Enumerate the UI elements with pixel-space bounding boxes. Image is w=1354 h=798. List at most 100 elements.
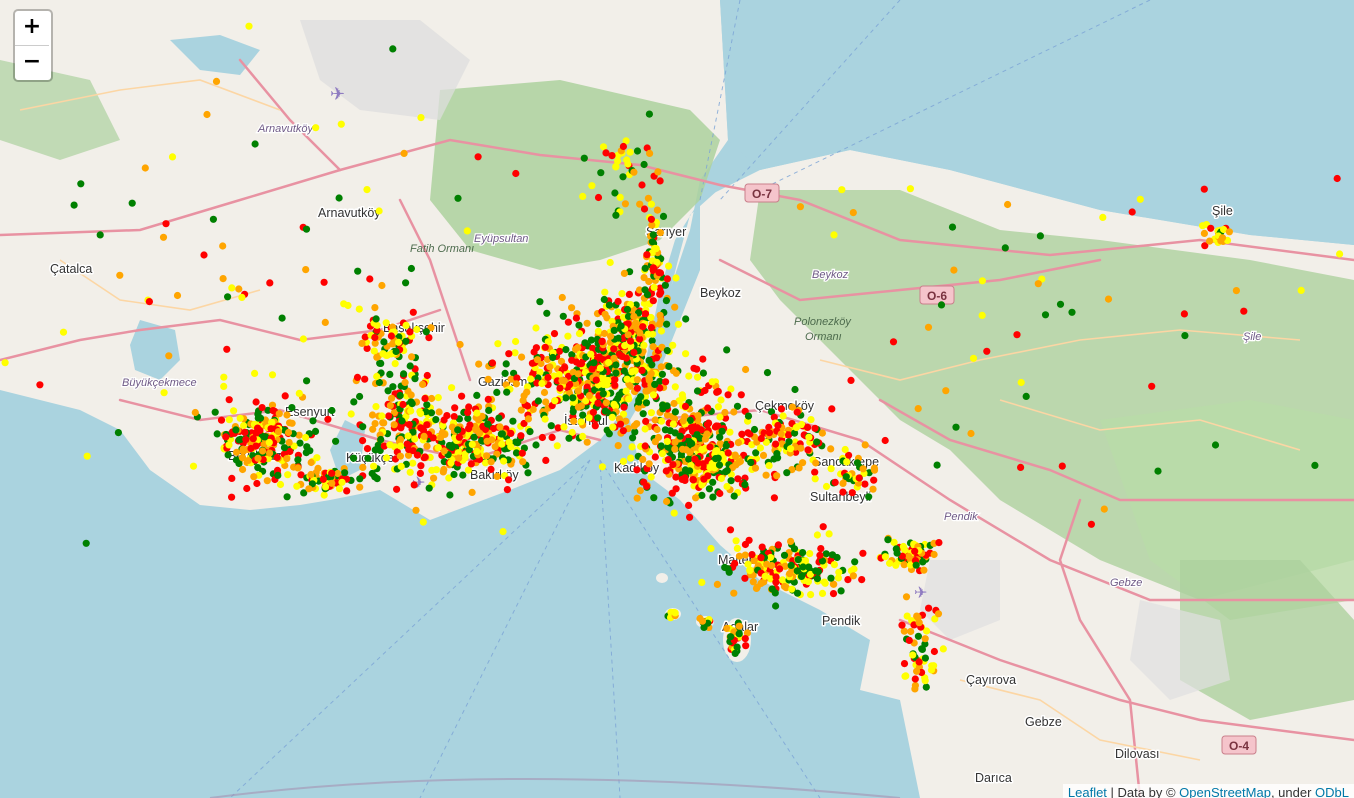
data-marker[interactable] (400, 370, 408, 378)
data-marker[interactable] (448, 384, 456, 392)
data-marker[interactable] (223, 345, 231, 353)
data-marker[interactable] (495, 414, 503, 422)
data-marker[interactable] (787, 537, 795, 546)
data-marker[interactable] (359, 423, 367, 431)
data-marker[interactable] (503, 486, 511, 494)
data-marker[interactable] (597, 169, 605, 177)
data-marker[interactable] (758, 543, 766, 551)
data-marker[interactable] (1100, 505, 1108, 513)
data-marker[interactable] (377, 359, 385, 367)
data-marker[interactable] (268, 418, 276, 426)
data-marker[interactable] (742, 365, 750, 374)
data-marker[interactable] (920, 566, 928, 574)
data-marker[interactable] (577, 418, 585, 426)
data-marker[interactable] (620, 367, 629, 375)
data-marker[interactable] (307, 470, 315, 479)
data-marker[interactable] (858, 576, 866, 584)
data-marker[interactable] (283, 493, 291, 501)
data-marker[interactable] (456, 340, 464, 349)
data-marker[interactable] (698, 578, 706, 587)
data-marker[interactable] (643, 251, 651, 259)
data-marker[interactable] (275, 410, 283, 418)
data-marker[interactable] (881, 436, 889, 445)
data-marker[interactable] (900, 561, 908, 569)
data-marker[interactable] (116, 271, 124, 279)
data-marker[interactable] (737, 391, 745, 399)
data-marker[interactable] (233, 448, 241, 456)
data-marker[interactable] (771, 589, 779, 597)
data-marker[interactable] (512, 169, 520, 178)
data-marker[interactable] (1180, 310, 1188, 318)
data-marker[interactable] (612, 211, 620, 219)
data-marker[interactable] (658, 450, 667, 458)
data-marker[interactable] (288, 404, 296, 412)
data-marker[interactable] (708, 378, 716, 386)
data-marker[interactable] (805, 433, 813, 441)
data-marker[interactable] (671, 303, 679, 311)
data-marker[interactable] (662, 467, 670, 475)
data-marker[interactable] (1017, 378, 1025, 387)
data-marker[interactable] (861, 480, 869, 488)
data-marker[interactable] (948, 223, 957, 231)
data-marker[interactable] (649, 391, 658, 399)
data-marker[interactable] (645, 110, 654, 118)
data-marker[interactable] (837, 587, 845, 595)
data-marker[interactable] (562, 394, 570, 402)
data-marker[interactable] (337, 120, 345, 128)
data-marker[interactable] (518, 449, 526, 457)
data-marker[interactable] (669, 461, 677, 469)
data-marker[interactable] (621, 200, 630, 208)
data-marker[interactable] (924, 323, 933, 331)
data-marker[interactable] (450, 413, 458, 421)
data-marker[interactable] (70, 201, 78, 209)
data-marker[interactable] (484, 420, 492, 428)
data-marker[interactable] (498, 440, 506, 448)
data-marker[interactable] (397, 462, 405, 470)
data-marker[interactable] (519, 458, 527, 466)
data-marker[interactable] (618, 290, 626, 298)
data-marker[interactable] (600, 329, 609, 338)
data-marker[interactable] (793, 567, 801, 575)
data-marker[interactable] (305, 485, 313, 493)
data-marker[interactable] (610, 326, 618, 334)
data-marker[interactable] (663, 347, 671, 355)
data-marker[interactable] (925, 604, 933, 612)
data-marker[interactable] (493, 472, 501, 480)
data-marker[interactable] (1099, 213, 1107, 221)
data-marker[interactable] (807, 591, 815, 599)
data-marker[interactable] (496, 423, 504, 431)
data-marker[interactable] (251, 369, 259, 377)
data-marker[interactable] (723, 467, 731, 475)
data-marker[interactable] (893, 549, 901, 557)
data-marker[interactable] (294, 456, 302, 464)
data-marker[interactable] (634, 404, 642, 412)
data-marker[interactable] (560, 423, 568, 431)
data-marker[interactable] (912, 561, 920, 569)
data-marker[interactable] (364, 454, 372, 462)
data-marker[interactable] (548, 433, 556, 441)
data-marker[interactable] (898, 621, 906, 629)
data-marker[interactable] (609, 423, 617, 431)
data-marker[interactable] (620, 269, 629, 277)
data-marker[interactable] (678, 391, 687, 399)
data-marker[interactable] (574, 344, 582, 352)
data-marker[interactable] (549, 353, 557, 362)
data-marker[interactable] (1034, 280, 1042, 288)
data-marker[interactable] (341, 469, 349, 477)
data-marker[interactable] (302, 266, 310, 274)
data-marker[interactable] (641, 425, 649, 433)
data-marker[interactable] (738, 430, 746, 438)
data-marker[interactable] (242, 436, 250, 444)
data-marker[interactable] (645, 356, 653, 364)
data-marker[interactable] (1333, 174, 1341, 183)
data-marker[interactable] (191, 408, 199, 417)
data-marker[interactable] (612, 361, 620, 369)
data-marker[interactable] (347, 410, 355, 418)
data-marker[interactable] (319, 475, 327, 483)
data-marker[interactable] (651, 438, 659, 446)
data-marker[interactable] (252, 442, 260, 450)
data-marker[interactable] (889, 338, 898, 346)
data-marker[interactable] (913, 612, 921, 620)
data-marker[interactable] (849, 572, 858, 580)
data-marker[interactable] (575, 321, 583, 329)
